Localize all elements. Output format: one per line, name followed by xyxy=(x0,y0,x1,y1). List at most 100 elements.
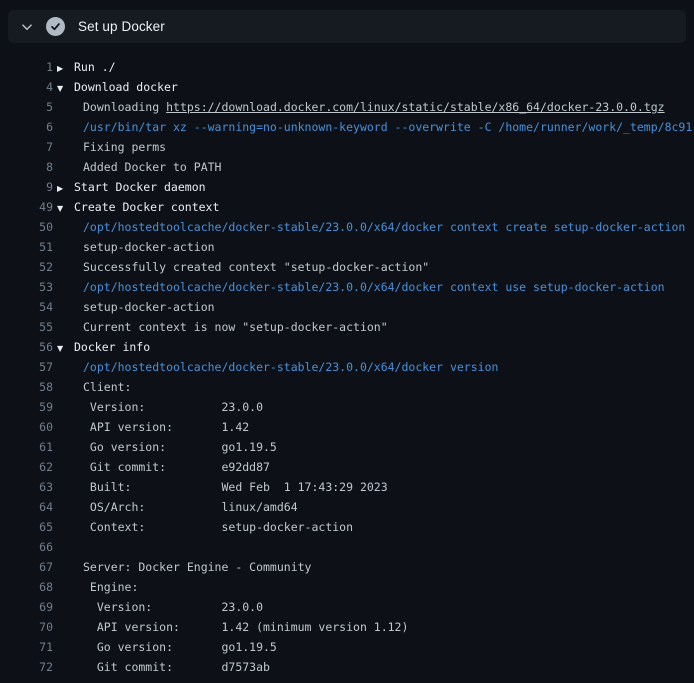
line-number[interactable]: 64 xyxy=(0,497,53,517)
line-number[interactable]: 55 xyxy=(0,317,53,337)
log-text: setup-docker-action xyxy=(83,237,215,257)
line-number[interactable]: 54 xyxy=(0,297,53,317)
line-number[interactable]: 70 xyxy=(0,617,53,637)
line-number[interactable]: 7 xyxy=(0,137,53,157)
log-group-row[interactable]: 4▼ Download docker xyxy=(0,77,694,97)
log-group-row[interactable]: 1▶Run ./ xyxy=(0,57,694,77)
log-line-row: 52 Successfully created context "setup-do… xyxy=(0,257,694,277)
log-text: Successfully created context "setup-dock… xyxy=(83,257,429,277)
line-number[interactable]: 61 xyxy=(0,437,53,457)
log-text: Built: Wed Feb 1 17:43:29 2023 xyxy=(83,477,388,497)
line-number[interactable]: 51 xyxy=(0,237,53,257)
log-line-row: 59 Version: 23.0.0 xyxy=(0,397,694,417)
expand-arrow-icon[interactable]: ▶ xyxy=(57,59,67,79)
log-group-title: Start Docker daemon xyxy=(74,180,206,194)
log-line-row: 6/usr/bin/tar xz --warning=no-unknown-ke… xyxy=(0,117,694,137)
log-text-prefix: Downloading xyxy=(83,100,166,114)
line-number[interactable]: 8 xyxy=(0,157,53,177)
step-title: Set up Docker xyxy=(78,19,165,34)
log-line-row: 51 setup-docker-action xyxy=(0,237,694,257)
log-line-row: 68 Engine: xyxy=(0,577,694,597)
log-text: Git commit: e92dd87 xyxy=(83,457,270,477)
line-number[interactable]: 72 xyxy=(0,657,53,677)
log-group-header: ▶ Start Docker daemon xyxy=(57,177,206,197)
line-number[interactable]: 9 xyxy=(0,177,53,197)
log-group-header: ▼ Download docker xyxy=(57,77,178,97)
log-text: Fixing perms xyxy=(83,137,166,157)
log-line-row: 63 Built: Wed Feb 1 17:43:29 2023 xyxy=(0,477,694,497)
log-command-text: /usr/bin/tar xz --warning=no-unknown-key… xyxy=(83,117,692,137)
log-text: Engine: xyxy=(83,577,138,597)
log-command-text: /opt/hostedtoolcache/docker-stable/23.0.… xyxy=(83,277,665,297)
log-group-header: ▶Run ./ xyxy=(57,57,116,77)
log-text: Go version: go1.19.5 xyxy=(83,437,277,457)
log-line-row: 65 Context: setup-docker-action xyxy=(0,517,694,537)
log-text: Current context is now "setup-docker-act… xyxy=(83,317,388,337)
log-text: Downloading https://download.docker.com/… xyxy=(83,97,665,117)
log-text: Version: 23.0.0 xyxy=(83,397,263,417)
line-number[interactable]: 60 xyxy=(0,417,53,437)
log-group-title: Download docker xyxy=(74,80,178,94)
log-text: API version: 1.42 (minimum version 1.12) xyxy=(83,617,408,637)
log-group-title: Create Docker context xyxy=(74,200,219,214)
line-number[interactable]: 53 xyxy=(0,277,53,297)
collapse-arrow-icon[interactable]: ▼ xyxy=(57,339,67,359)
line-number[interactable]: 63 xyxy=(0,477,53,497)
expand-arrow-icon[interactable]: ▶ xyxy=(57,179,67,199)
log-line-row: 66 xyxy=(0,537,694,557)
log-text: OS/Arch: linux/amd64 xyxy=(83,497,298,517)
chevron-down-icon[interactable] xyxy=(20,20,34,34)
line-number[interactable]: 67 xyxy=(0,557,53,577)
line-number[interactable]: 71 xyxy=(0,637,53,657)
collapse-arrow-icon[interactable]: ▼ xyxy=(57,199,67,219)
log-line-row: 5 Downloading https://download.docker.com… xyxy=(0,97,694,117)
line-number[interactable]: 66 xyxy=(0,537,53,557)
line-number[interactable]: 65 xyxy=(0,517,53,537)
log-line-row: 50/opt/hostedtoolcache/docker-stable/23.… xyxy=(0,217,694,237)
line-number[interactable]: 5 xyxy=(0,97,53,117)
log-text: Version: 23.0.0 xyxy=(83,597,263,617)
log-group-row[interactable]: 9▶ Start Docker daemon xyxy=(0,177,694,197)
log-line-row: 69 Version: 23.0.0 xyxy=(0,597,694,617)
log-line-row: 57/opt/hostedtoolcache/docker-stable/23.… xyxy=(0,357,694,377)
line-number[interactable]: 57 xyxy=(0,357,53,377)
line-number[interactable]: 52 xyxy=(0,257,53,277)
log-text: Context: setup-docker-action xyxy=(83,517,353,537)
line-number[interactable]: 69 xyxy=(0,597,53,617)
line-number[interactable]: 59 xyxy=(0,397,53,417)
log-command-text: /opt/hostedtoolcache/docker-stable/23.0.… xyxy=(83,217,694,237)
log-line-row: 58Client: xyxy=(0,377,694,397)
log-line-row: 71 Go version: go1.19.5 xyxy=(0,637,694,657)
log-line-row: 7 Fixing perms xyxy=(0,137,694,157)
log-group-row[interactable]: 49▼ Create Docker context xyxy=(0,197,694,217)
log-text: setup-docker-action xyxy=(83,297,215,317)
line-number[interactable]: 6 xyxy=(0,117,53,137)
log-text: Git commit: d7573ab xyxy=(83,657,270,677)
step-header[interactable]: Set up Docker xyxy=(8,10,686,43)
log-text: API version: 1.42 xyxy=(83,417,249,437)
collapse-arrow-icon[interactable]: ▼ xyxy=(57,79,67,99)
line-number[interactable]: 1 xyxy=(0,57,53,77)
log-line-row: 61 Go version: go1.19.5 xyxy=(0,437,694,457)
line-number[interactable]: 50 xyxy=(0,217,53,237)
log-line-row: 55 Current context is now "setup-docker-a… xyxy=(0,317,694,337)
log-line-row: 70 API version: 1.42 (minimum version 1.… xyxy=(0,617,694,637)
log-line-row: 64 OS/Arch: linux/amd64 xyxy=(0,497,694,517)
log-line-row: 53/opt/hostedtoolcache/docker-stable/23.… xyxy=(0,277,694,297)
log-line-row: 60 API version: 1.42 xyxy=(0,417,694,437)
line-number[interactable]: 4 xyxy=(0,77,53,97)
log-group-title: Docker info xyxy=(74,340,150,354)
line-number[interactable]: 68 xyxy=(0,577,53,597)
line-number[interactable]: 56 xyxy=(0,337,53,357)
log-text: Server: Docker Engine - Community xyxy=(83,557,311,577)
success-check-icon xyxy=(46,17,65,36)
log-line-row: 67 Server: Docker Engine - Community xyxy=(0,557,694,577)
line-number[interactable]: 49 xyxy=(0,197,53,217)
line-number[interactable]: 62 xyxy=(0,457,53,477)
line-number[interactable]: 58 xyxy=(0,377,53,397)
log-group-row[interactable]: 56▼ Docker info xyxy=(0,337,694,357)
log-group-header: ▼ Docker info xyxy=(57,337,150,357)
log-line-row: 8Added Docker to PATH xyxy=(0,157,694,177)
log-url-link[interactable]: https://download.docker.com/linux/static… xyxy=(166,100,665,114)
log-group-header: ▼ Create Docker context xyxy=(57,197,219,217)
